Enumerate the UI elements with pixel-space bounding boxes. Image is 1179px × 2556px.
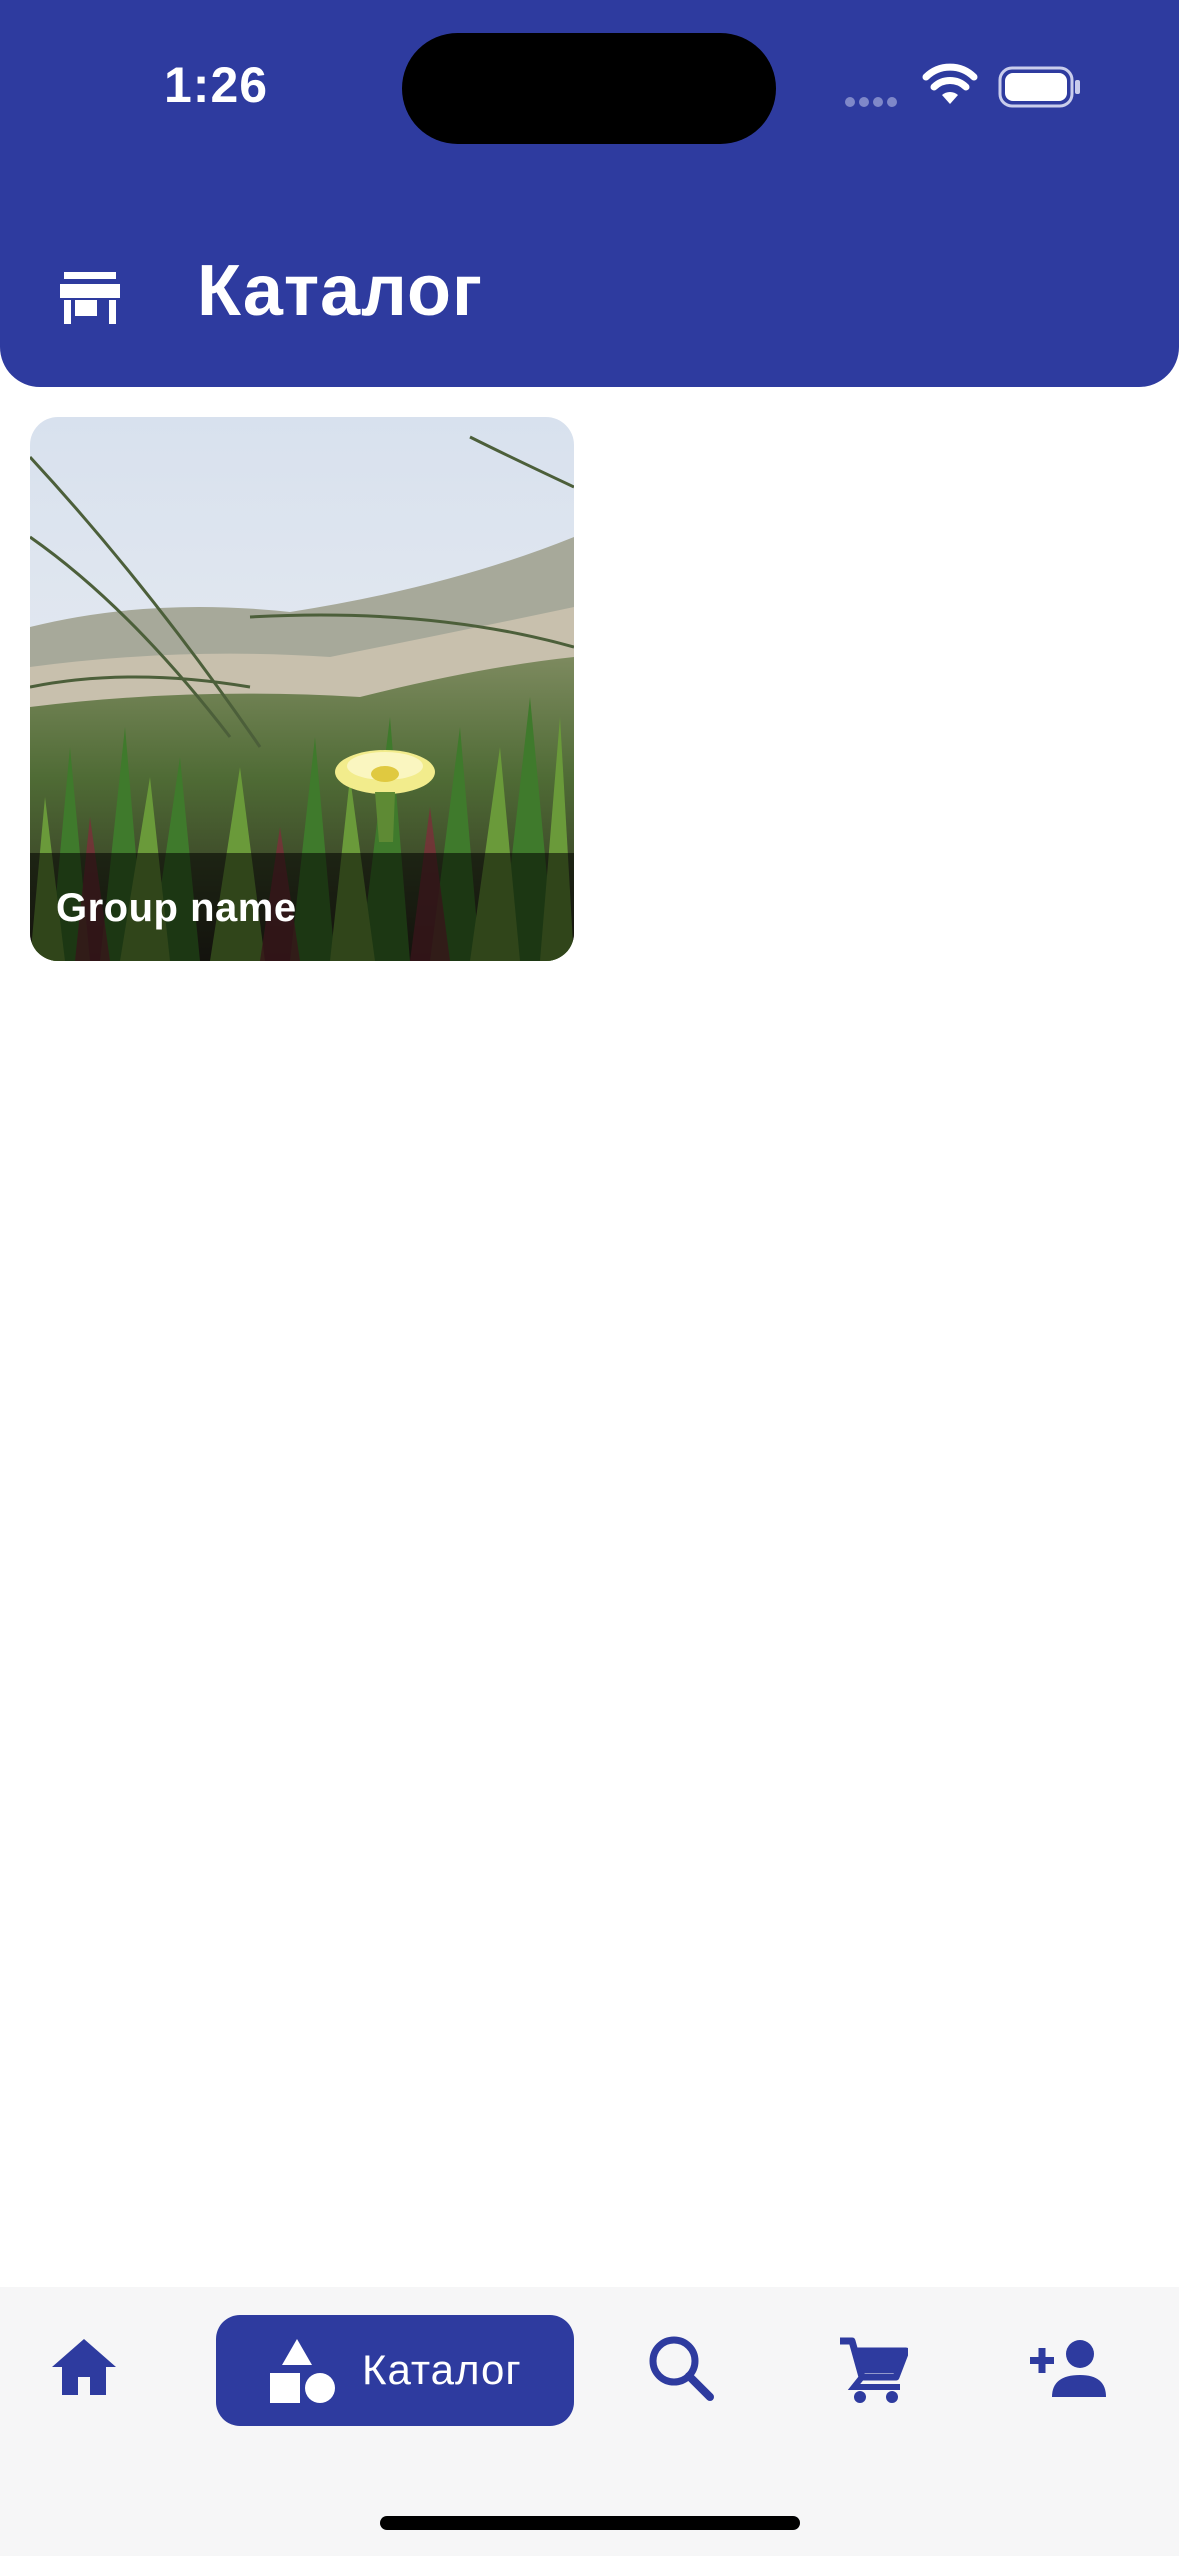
dynamic-island	[402, 33, 776, 144]
app-header: 1:26 Каталог	[0, 0, 1179, 387]
cart-icon	[840, 2337, 910, 2403]
shapes-icon	[270, 2339, 335, 2403]
store-icon[interactable]	[60, 270, 120, 326]
person-add-icon	[1030, 2340, 1106, 2397]
nav-home-button[interactable]	[50, 2337, 118, 2402]
nav-catalog-button[interactable]: Каталог	[216, 2315, 574, 2426]
page-title: Каталог	[197, 251, 483, 331]
nav-cart-button[interactable]	[838, 2337, 910, 2408]
search-icon	[649, 2336, 714, 2401]
home-icon	[52, 2339, 116, 2395]
nav-add-account-button[interactable]	[1030, 2339, 1106, 2402]
group-name-label: Group name	[56, 886, 297, 930]
home-indicator	[380, 2516, 800, 2530]
nav-catalog-label: Каталог	[362, 2346, 522, 2393]
wifi-icon	[922, 63, 978, 104]
nav-search-button[interactable]	[648, 2335, 714, 2406]
signal-icon	[845, 94, 901, 112]
catalog-group-card[interactable]: Group name	[30, 417, 574, 961]
battery-icon	[998, 66, 1080, 108]
status-time: 1:26	[164, 57, 269, 113]
